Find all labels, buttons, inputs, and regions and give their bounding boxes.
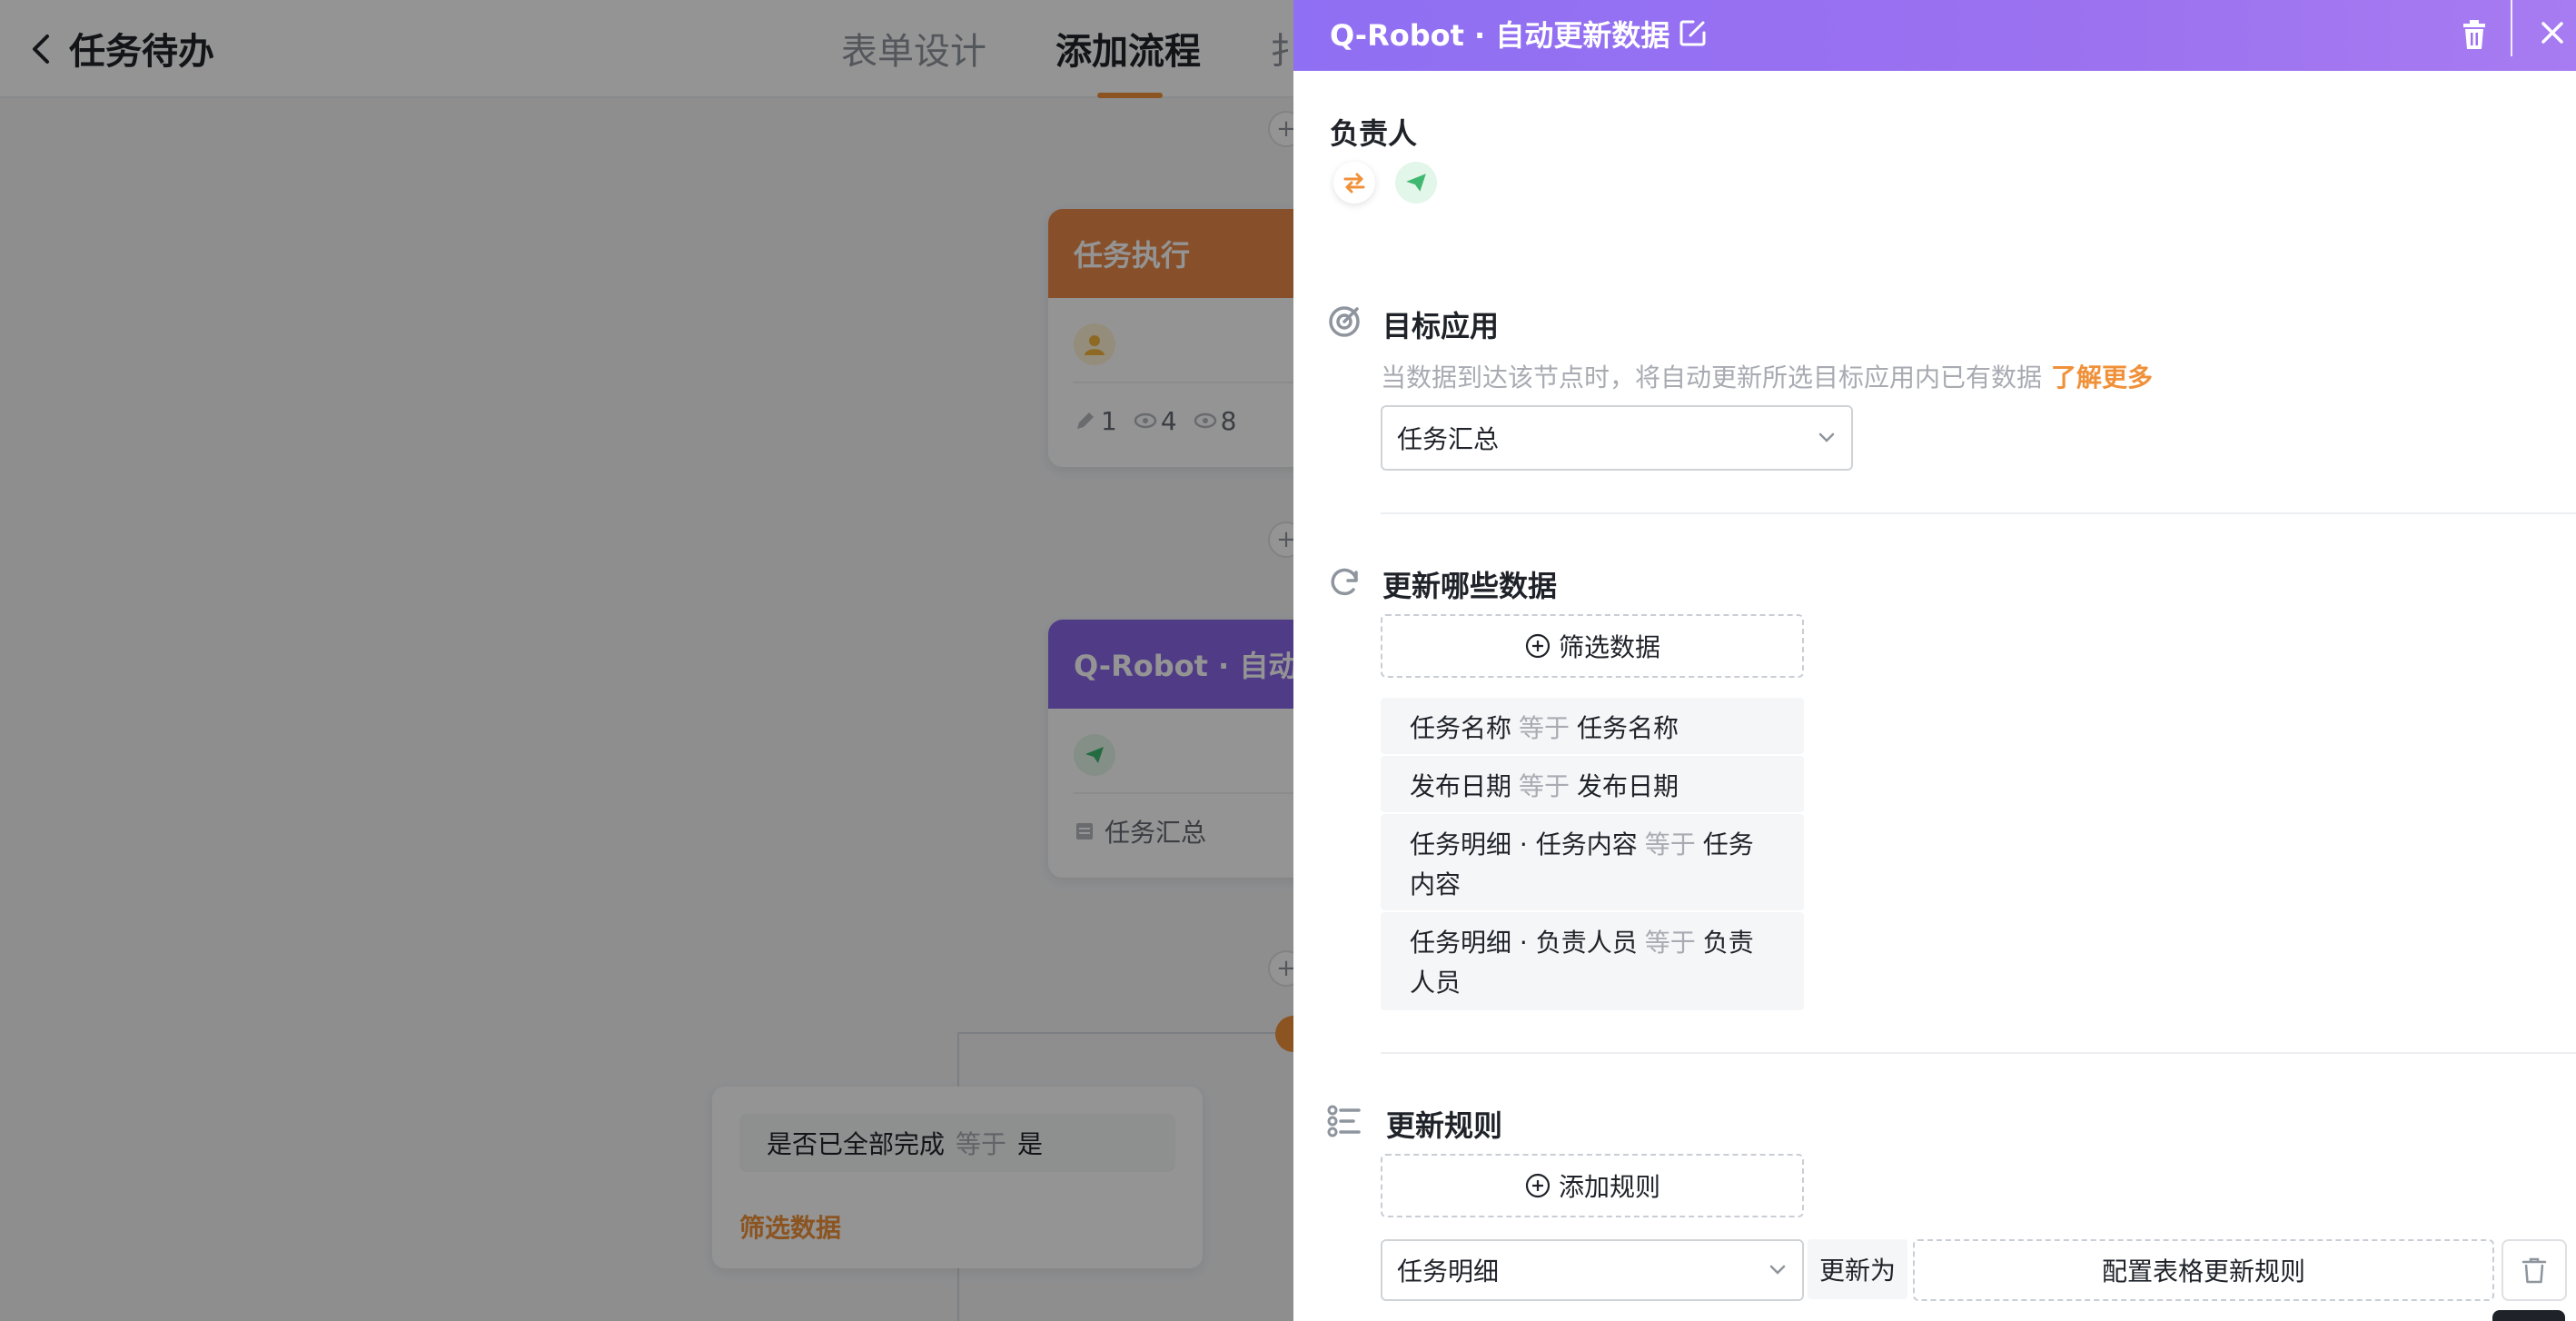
update-to-label: 更新为	[1808, 1239, 1907, 1299]
rules-label: 更新规则	[1386, 1108, 1503, 1143]
owner-label: 负责人	[1330, 116, 1418, 151]
target-app-desc-text: 当数据到达该节点时，将自动更新所选目标应用内已有数据	[1381, 363, 2043, 392]
close-icon[interactable]	[2532, 13, 2572, 53]
trash-icon	[2522, 1257, 2547, 1284]
condition-field: 发布日期	[1410, 771, 1512, 801]
chevron-down-icon	[1769, 1265, 1786, 1275]
delete-rule-button[interactable]	[2502, 1239, 2567, 1301]
target-app-value: 任务汇总	[1397, 424, 1500, 454]
condition-operator: 等于	[1519, 713, 1570, 743]
target-icon	[1329, 306, 1360, 337]
condition-operator: 等于	[1644, 928, 1696, 958]
send-icon[interactable]	[1395, 162, 1437, 204]
target-app-label: 目标应用	[1382, 309, 1500, 343]
robot-config-drawer: Q-Robot · 自动更新数据 负责人 目标应用 当数据到达该节点时，将自动更…	[1293, 0, 2576, 1321]
drawer-header: Q-Robot · 自动更新数据	[1293, 0, 2576, 71]
switch-owner-icon[interactable]	[1333, 162, 1375, 204]
config-table-rule-button[interactable]: 配置表格更新规则	[1913, 1239, 2494, 1301]
condition-value: 发布日期	[1577, 771, 1679, 801]
header-separator	[2511, 0, 2512, 56]
target-app-desc: 当数据到达该节点时，将自动更新所选目标应用内已有数据 了解更多	[1381, 358, 2153, 394]
drawer-title: Q-Robot · 自动更新数据	[1330, 18, 1670, 53]
section-divider	[1381, 1052, 2576, 1054]
condition-value: 任务名称	[1577, 713, 1679, 743]
condition-field: 任务名称	[1410, 713, 1512, 743]
corner-handle[interactable]	[2492, 1310, 2565, 1321]
chevron-down-icon	[1818, 432, 1835, 442]
filter-condition[interactable]: 任务名称 等于 任务名称	[1381, 698, 1804, 754]
plus-circle-icon	[1525, 633, 1551, 659]
learn-more-link[interactable]: 了解更多	[2051, 363, 2153, 392]
filter-data-button[interactable]: 筛选数据	[1381, 614, 1804, 678]
target-app-select[interactable]: 任务汇总	[1381, 405, 1853, 471]
filter-data-label: 筛选数据	[1558, 632, 1660, 662]
condition-operator: 等于	[1519, 771, 1570, 801]
edit-title-icon[interactable]	[1675, 15, 1711, 51]
filter-condition[interactable]: 任务明细 · 任务内容 等于 任务内容	[1381, 814, 1804, 910]
condition-operator: 等于	[1644, 829, 1696, 859]
refresh-icon	[1331, 568, 1358, 596]
which-data-label: 更新哪些数据	[1382, 569, 1558, 603]
plus-circle-icon	[1525, 1173, 1551, 1198]
condition-field: 任务明细 · 负责人员	[1410, 928, 1638, 958]
filter-condition[interactable]: 任务明细 · 负责人员 等于 负责人员	[1381, 912, 1804, 1010]
list-rules-icon	[1327, 1105, 1361, 1137]
condition-field: 任务明细 · 任务内容	[1410, 829, 1638, 859]
filter-condition[interactable]: 发布日期 等于 发布日期	[1381, 756, 1804, 812]
delete-node-icon[interactable]	[2456, 16, 2492, 53]
rule-field-value: 任务明细	[1397, 1256, 1500, 1286]
section-divider	[1381, 512, 2576, 514]
add-rule-label: 添加规则	[1558, 1172, 1660, 1202]
add-rule-button[interactable]: 添加规则	[1381, 1154, 1804, 1217]
rule-field-select[interactable]: 任务明细	[1381, 1239, 1804, 1301]
